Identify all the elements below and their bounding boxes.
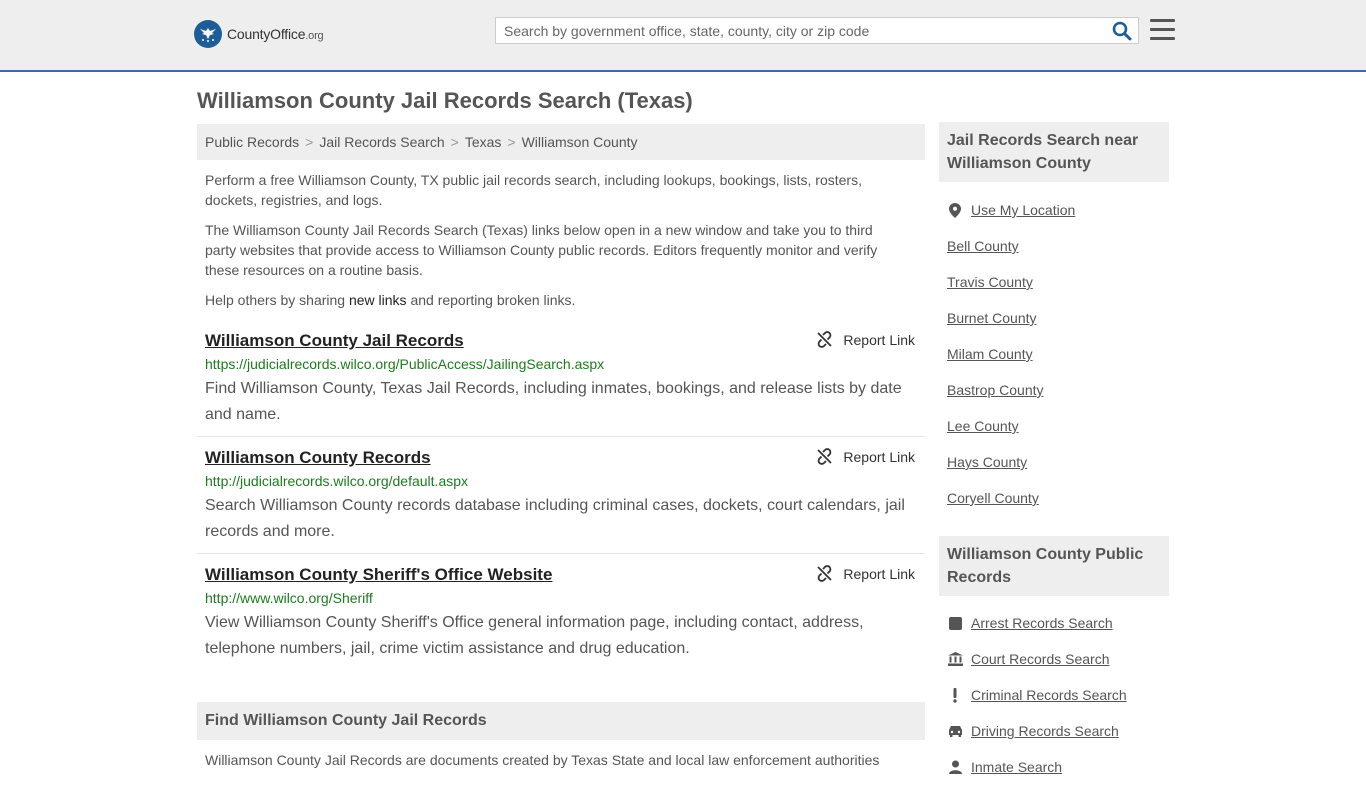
report-link-button[interactable]: Report Link xyxy=(816,331,915,348)
arrest-records-link[interactable]: Arrest Records Search xyxy=(971,615,1113,631)
inmate-search-link[interactable]: Inmate Search xyxy=(971,759,1062,775)
public-records-heading: Williamson County Public Records xyxy=(939,536,1169,596)
report-link-button[interactable]: Report Link xyxy=(816,565,915,582)
nearby-heading: Jail Records Search near Williamson Coun… xyxy=(939,122,1169,182)
location-pin-icon xyxy=(947,202,963,218)
result-url-link[interactable]: http://judicialrecords.wilco.org/default… xyxy=(205,473,917,489)
broken-link-icon xyxy=(817,565,833,582)
broken-link-icon xyxy=(817,331,833,348)
public-records-list: Arrest Records Search Court Records Sear… xyxy=(947,615,1127,795)
find-section-text: Williamson County Jail Records are docum… xyxy=(205,752,880,768)
result-item: Williamson County Jail Records Report Li… xyxy=(197,331,925,437)
result-url-link[interactable]: https://judicialrecords.wilco.org/Public… xyxy=(205,356,917,372)
courthouse-icon xyxy=(947,651,963,667)
list-item: Court Records Search xyxy=(947,651,1127,687)
exclamation-icon xyxy=(947,687,963,703)
list-item: Bell County xyxy=(947,238,1075,274)
site-header: CountyOffice.org xyxy=(0,0,1366,72)
search-bar xyxy=(495,17,1139,44)
page-title: Williamson County Jail Records Search (T… xyxy=(197,88,693,113)
result-title-link[interactable]: Williamson County Sheriff's Office Websi… xyxy=(205,565,552,584)
square-icon xyxy=(947,615,963,631)
list-item: Burnet County xyxy=(947,310,1075,346)
result-url-link[interactable]: http://www.wilco.org/Sheriff xyxy=(205,590,917,606)
nearby-county-link[interactable]: Hays County xyxy=(947,454,1027,470)
chevron-right-icon: > xyxy=(450,134,459,150)
breadcrumb-jail-records-search[interactable]: Jail Records Search xyxy=(319,134,444,150)
search-icon[interactable] xyxy=(1112,21,1132,41)
use-my-location-link[interactable]: Use My Location xyxy=(971,202,1075,218)
result-item: Williamson County Sheriff's Office Websi… xyxy=(197,565,925,665)
nearby-county-link[interactable]: Coryell County xyxy=(947,490,1039,506)
intro-paragraph: Perform a free Williamson County, TX pub… xyxy=(205,172,862,208)
nearby-county-link[interactable]: Travis County xyxy=(947,274,1033,290)
list-item: Inmate Search xyxy=(947,759,1127,795)
result-title-link[interactable]: Williamson County Jail Records xyxy=(205,331,464,350)
result-description: Find Williamson County, Texas Jail Recor… xyxy=(205,380,902,423)
driving-records-link[interactable]: Driving Records Search xyxy=(971,723,1119,739)
nearby-county-link[interactable]: Bastrop County xyxy=(947,382,1044,398)
nearby-county-link[interactable]: Bell County xyxy=(947,238,1019,254)
list-item: Coryell County xyxy=(947,490,1075,526)
criminal-records-link[interactable]: Criminal Records Search xyxy=(971,687,1127,703)
list-item: Hays County xyxy=(947,454,1075,490)
share-paragraph: Help others by sharing new links and rep… xyxy=(205,292,576,308)
list-item: Milam County xyxy=(947,346,1075,382)
result-title-link[interactable]: Williamson County Records xyxy=(205,448,431,467)
list-item: Criminal Records Search xyxy=(947,687,1127,723)
result-description: View Williamson County Sheriff's Office … xyxy=(205,614,864,657)
report-link-button[interactable]: Report Link xyxy=(816,448,915,465)
list-item: Driving Records Search xyxy=(947,723,1127,759)
result-item: Williamson County Records Report Link ht… xyxy=(197,448,925,554)
breadcrumb-public-records[interactable]: Public Records xyxy=(205,134,299,150)
find-section-heading: Find Williamson County Jail Records xyxy=(197,702,925,740)
list-item: Bastrop County xyxy=(947,382,1075,418)
car-icon xyxy=(947,723,963,739)
site-logo[interactable]: CountyOffice.org xyxy=(194,20,324,48)
eagle-seal-icon xyxy=(194,20,222,48)
court-records-link[interactable]: Court Records Search xyxy=(971,651,1110,667)
list-item: Arrest Records Search xyxy=(947,615,1127,651)
nearby-county-link[interactable]: Burnet County xyxy=(947,310,1037,326)
list-item: Use My Location xyxy=(947,202,1075,238)
list-item: Travis County xyxy=(947,274,1075,310)
disclaimer-paragraph: The Williamson County Jail Records Searc… xyxy=(205,222,878,278)
search-input[interactable] xyxy=(496,18,1112,43)
breadcrumb-williamson-county[interactable]: Williamson County xyxy=(522,134,638,150)
hamburger-menu-icon[interactable] xyxy=(1150,19,1175,41)
breadcrumb: Public Records > Jail Records Search > Texas… xyxy=(197,124,925,160)
result-description: Search Williamson County records databas… xyxy=(205,497,905,540)
inmate-icon xyxy=(947,759,963,775)
chevron-right-icon: > xyxy=(305,134,314,150)
new-links-link[interactable]: new links xyxy=(349,292,407,308)
nearby-county-link[interactable]: Lee County xyxy=(947,418,1019,434)
list-item: Lee County xyxy=(947,418,1075,454)
nearby-list: Use My Location Bell County Travis Count… xyxy=(947,202,1075,526)
logo-text: CountyOffice.org xyxy=(227,26,324,42)
chevron-right-icon: > xyxy=(507,134,516,150)
broken-link-icon xyxy=(817,448,833,465)
nearby-county-link[interactable]: Milam County xyxy=(947,346,1033,362)
breadcrumb-texas[interactable]: Texas xyxy=(465,134,502,150)
